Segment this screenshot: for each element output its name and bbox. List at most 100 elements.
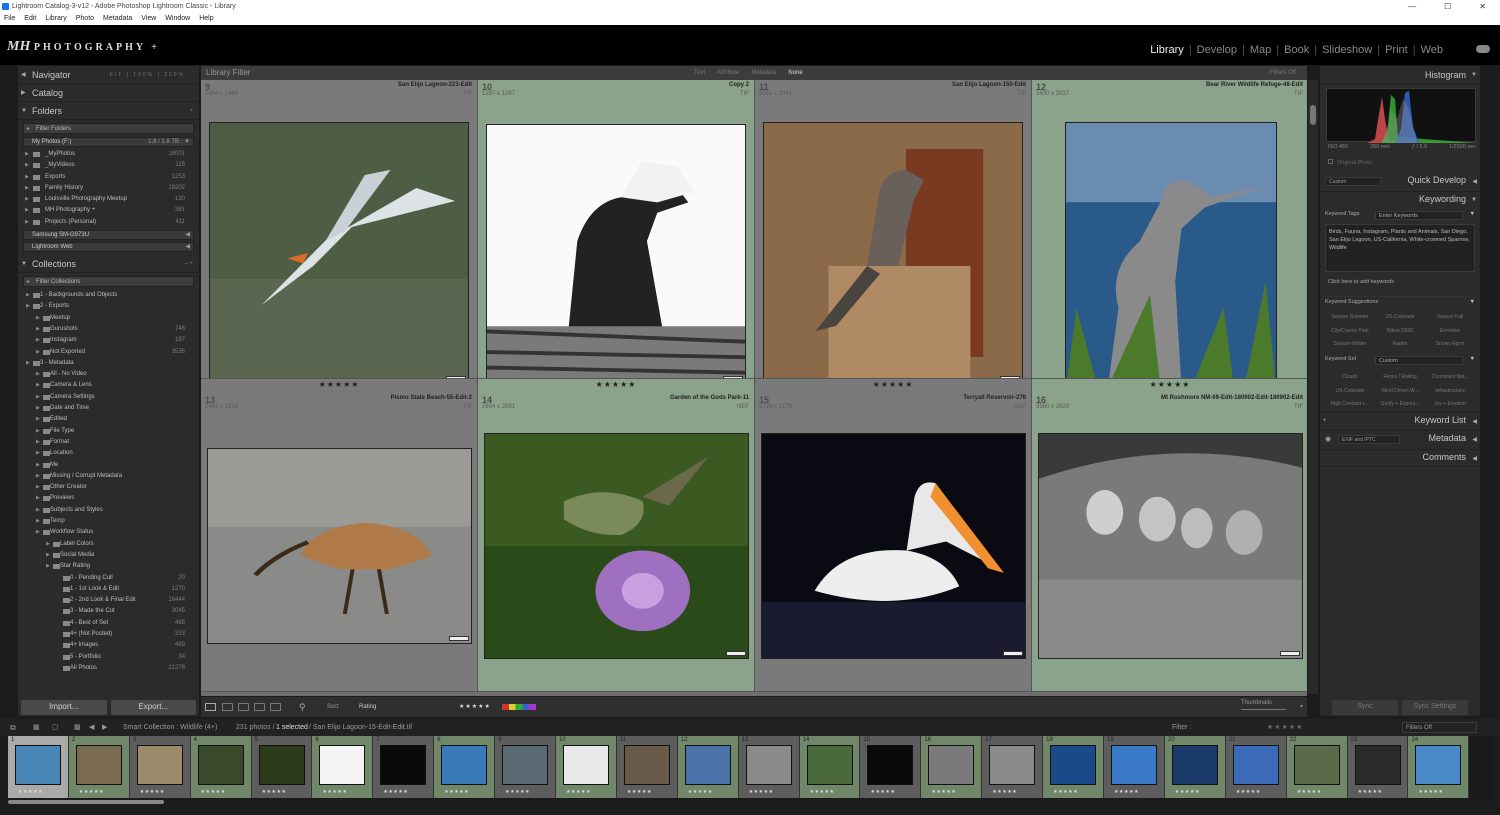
expand-arrow-icon[interactable]: ▶ [25,160,29,171]
second-window-icon[interactable]: ⧉ [10,719,16,736]
filmstrip-image[interactable] [258,745,305,785]
collection-item[interactable]: 4+ (Not Posted) 333 [18,629,199,640]
keyword-chip[interactable]: Fence / Railing [1375,374,1425,386]
menu-item-file[interactable]: File [4,13,15,25]
menu-item-window[interactable]: Window [165,13,190,25]
filmstrip-image[interactable] [1415,745,1462,785]
grid-scrollbar-thumb[interactable] [1310,105,1316,125]
filmstrip-scrollbar[interactable] [8,800,164,804]
collection-item[interactable]: ▶ Other Creator [18,482,199,493]
menu-item-library[interactable]: Library [45,13,66,25]
comments-header[interactable]: Comments ◀ [1320,449,1480,467]
filmstrip-thumb[interactable]: 9 ★★★★★ [495,736,557,798]
keyword-chip[interactable]: Snowy Egret [1425,341,1475,353]
menu-item-help[interactable]: Help [199,13,213,25]
photo-thumbnail[interactable] [1038,433,1303,659]
filmstrip-image[interactable] [1111,745,1158,785]
volume-my-photos[interactable]: My Photos (F:) 1.8 / 1.8 TB ▼ [23,137,194,147]
collection-item[interactable]: 2 - 2nd Look & Final Edit 16444 [18,595,199,606]
keyword-set-dropdown[interactable]: Custom [1375,356,1463,365]
collection-item[interactable]: ▶ 3 - Metadata [18,358,199,369]
collection-item[interactable]: ▶ Label Colors [18,539,199,550]
grid-scrollbar[interactable] [1308,80,1318,694]
collection-item[interactable]: All Photos 21278 [18,663,199,674]
expand-arrow-icon[interactable]: ▶ [25,217,29,228]
expand-arrow-icon[interactable]: ▶ [36,414,40,425]
keyword-chip[interactable]: Clouds [1325,374,1375,386]
collection-item[interactable]: ▶ Date and Time [18,403,199,414]
expand-arrow-icon[interactable]: ▶ [25,205,29,216]
collection-item[interactable]: ▶ Edited [18,414,199,425]
grid-cell[interactable]: ★★★★★101297 x 1297Copy 2TIF [478,66,755,379]
filmstrip-thumb[interactable]: 15 ★★★★★ [860,736,922,798]
module-map[interactable]: Map [1245,44,1276,56]
expand-arrow-icon[interactable]: ▶ [36,426,40,437]
collection-item[interactable]: 3 - Made the Cut 3045 [18,606,199,617]
folder-item[interactable]: ▶ MH Photography + 381 [18,205,199,216]
filmstrip-image[interactable] [441,745,488,785]
filmstrip-thumb[interactable]: 18 ★★★★★ [1043,736,1105,798]
keyword-chip[interactable]: Cormorant Nat... [1425,374,1475,386]
collection-item[interactable]: ▶ Previews [18,493,199,504]
grid-cell[interactable]: ★★★★★113041 x 3041San Elijo Lagoon-150-E… [755,66,1032,379]
close-button[interactable]: ✕ [1479,0,1486,13]
expand-arrow-icon[interactable]: ▶ [36,493,40,504]
keyword-chip[interactable]: Encinitas [1425,328,1475,340]
import-button[interactable]: Import... [21,700,107,715]
filmstrip-thumb[interactable]: 16 ★★★★★ [921,736,983,798]
keyword-chip[interactable]: High Contrast +... [1325,401,1375,413]
expand-arrow-icon[interactable]: ▶ [36,324,40,335]
filmstrip-image[interactable] [806,745,853,785]
filmstrip-thumb[interactable]: 8 ★★★★★ [434,736,496,798]
module-book[interactable]: Book [1279,44,1314,56]
filmstrip-image[interactable] [1232,745,1279,785]
module-library[interactable]: Library [1145,44,1189,56]
expand-arrow-icon[interactable]: ▶ [36,505,40,516]
collection-item[interactable]: ▶ Camera Settings [18,392,199,403]
expand-arrow-icon[interactable]: ▶ [36,347,40,358]
metadata-badge-icon[interactable] [726,651,746,656]
expand-arrow-icon[interactable]: ▶ [36,471,40,482]
keyword-chip[interactable]: Season Fall [1425,314,1475,326]
collection-item[interactable]: ▶ Me [18,460,199,471]
expand-arrow-icon[interactable]: ▶ [36,403,40,414]
expand-arrow-icon[interactable]: ▶ [36,380,40,391]
sync-metadata-button[interactable]: Sync [1332,700,1398,715]
filter-preset[interactable]: Filters Off [1270,66,1296,80]
keyword-chip[interactable]: Wind Driven W... [1375,388,1425,400]
metadata-header[interactable]: ◉ EXIF and IPTC Metadata ◀ [1320,430,1480,448]
expand-arrow-icon[interactable]: ▶ [25,183,29,194]
expand-arrow-icon[interactable]: ▶ [25,194,29,205]
filmstrip-thumb[interactable]: 4 ★★★★★ [190,736,252,798]
filmstrip-thumb[interactable]: 23 ★★★★★ [1347,736,1409,798]
filmstrip-thumb[interactable]: 6 ★★★★★ [312,736,374,798]
keyword-chip[interactable]: Goofy + Expres... [1375,401,1425,413]
expand-arrow-icon[interactable]: ▶ [36,482,40,493]
filmstrip-image[interactable] [1354,745,1401,785]
expand-arrow-icon[interactable]: ▶ [36,392,40,403]
photo-thumbnail[interactable] [763,122,1023,378]
keyword-chip[interactable]: City/County Park [1325,328,1375,340]
filter-stars[interactable]: ★★★★★ [1267,719,1303,736]
expand-arrow-icon[interactable]: ▶ [36,335,40,346]
sync-settings-button[interactable]: Sync Settings [1402,700,1468,715]
minimize-button[interactable]: — [1408,0,1416,13]
metadata-badge-icon[interactable] [1003,651,1023,656]
filmstrip-image[interactable] [1293,745,1340,785]
filmstrip-image[interactable] [745,745,792,785]
toolbar-menu-icon[interactable]: ▾ [1300,697,1303,717]
collection-item[interactable]: ▶ Camera & Lens [18,380,199,391]
filmstrip-image[interactable] [1171,745,1218,785]
folder-item[interactable]: ▶ Family History 19202 [18,183,199,194]
module-web[interactable]: Web [1416,44,1448,56]
filmstrip-thumb[interactable]: 22 ★★★★★ [1286,736,1348,798]
collection-item[interactable]: 5 - Portfolio 34 [18,652,199,663]
filter-option-text[interactable]: Text [690,66,709,80]
folders-header[interactable]: ▼ Folders + [18,102,199,120]
filmstrip-thumb[interactable]: 20 ★★★★★ [1164,736,1226,798]
collection-item[interactable]: ▶ Subjects and Styles [18,505,199,516]
expand-arrow-icon[interactable]: ▶ [25,172,29,183]
keyword-chip[interactable]: Joy + Emotion [1425,401,1475,413]
sort-dropdown[interactable]: Rating [359,697,376,717]
navigator-header[interactable]: ◀ Navigator FIT | 100% | 200% [18,66,199,84]
